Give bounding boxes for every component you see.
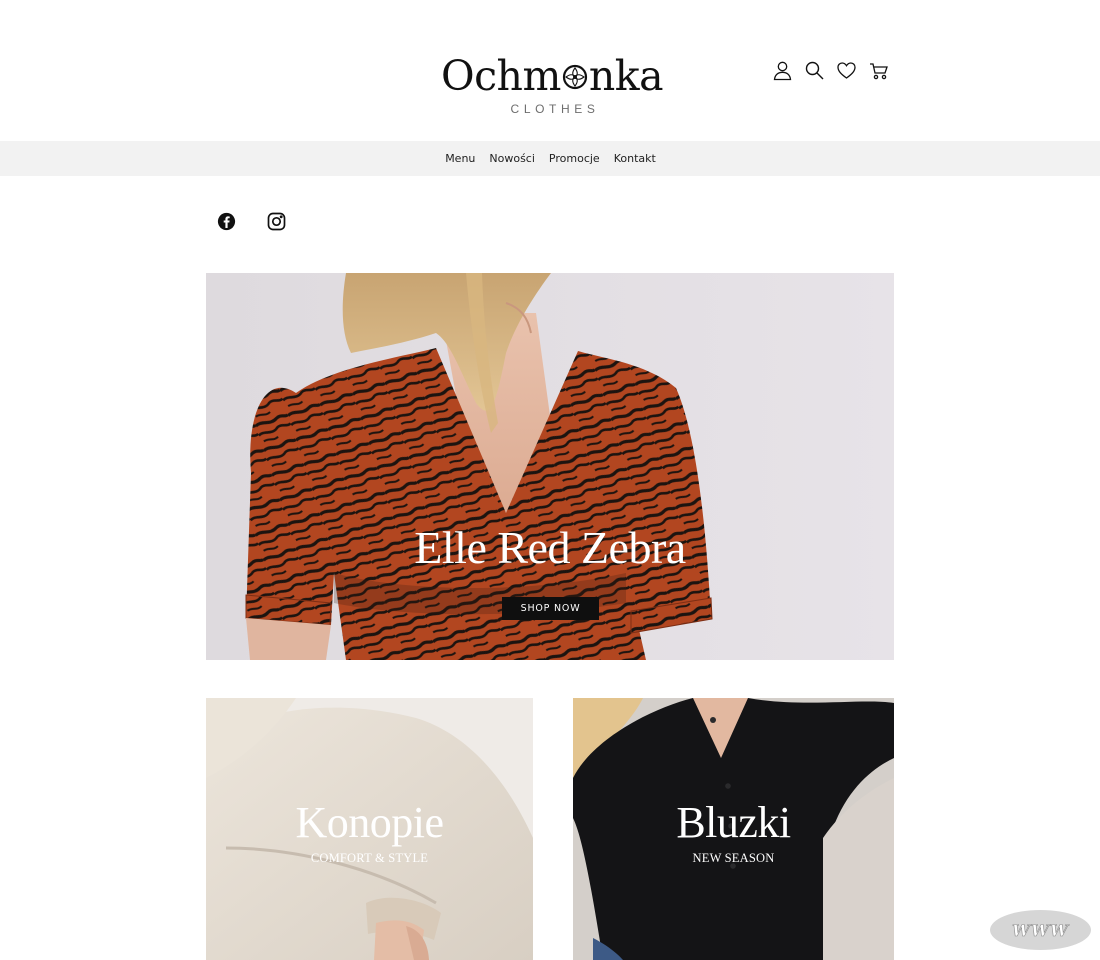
category-title: Bluzki bbox=[676, 798, 791, 847]
hero-banner[interactable]: Elle Red Zebra SHOP NOW bbox=[206, 273, 894, 660]
logo-text-right: nka bbox=[588, 52, 664, 100]
social-links bbox=[217, 212, 286, 231]
cotton-flower-icon bbox=[560, 54, 590, 90]
instagram-icon[interactable] bbox=[267, 212, 286, 231]
search-icon[interactable] bbox=[804, 60, 825, 81]
facebook-icon[interactable] bbox=[217, 212, 236, 231]
category-subtitle: NEW SEASON bbox=[692, 851, 775, 865]
cart-icon[interactable] bbox=[868, 60, 889, 81]
nav-item-promocje[interactable]: Promocje bbox=[548, 152, 600, 165]
user-icon[interactable] bbox=[772, 60, 793, 81]
site-header: Ochm nka CLOTHES bbox=[0, 0, 1100, 141]
category-tile-konopie[interactable]: Konopie COMFORT & STYLE bbox=[206, 698, 533, 960]
shop-now-button[interactable]: SHOP NOW bbox=[502, 597, 599, 620]
header-icons bbox=[772, 60, 889, 81]
category-title: Konopie bbox=[295, 798, 444, 847]
logo-text-left: Ochm bbox=[440, 52, 561, 100]
nav-item-nowosci[interactable]: Nowości bbox=[488, 152, 535, 165]
nav-item-kontakt[interactable]: Kontakt bbox=[613, 152, 656, 165]
logo-wordmark: Ochm nka bbox=[436, 52, 668, 100]
heart-icon[interactable] bbox=[836, 60, 857, 81]
category-tile-bluzki[interactable]: Bluzki NEW SEASON bbox=[573, 698, 894, 960]
main-nav: Menu Nowości Promocje Kontakt bbox=[0, 141, 1100, 176]
logo-subtitle: CLOTHES bbox=[510, 102, 600, 116]
nav-item-menu[interactable]: Menu bbox=[444, 152, 475, 165]
brand-logo[interactable]: Ochm nka CLOTHES bbox=[436, 52, 668, 122]
category-subtitle: COMFORT & STYLE bbox=[310, 851, 429, 865]
www-badge[interactable]: WWW bbox=[990, 910, 1091, 950]
